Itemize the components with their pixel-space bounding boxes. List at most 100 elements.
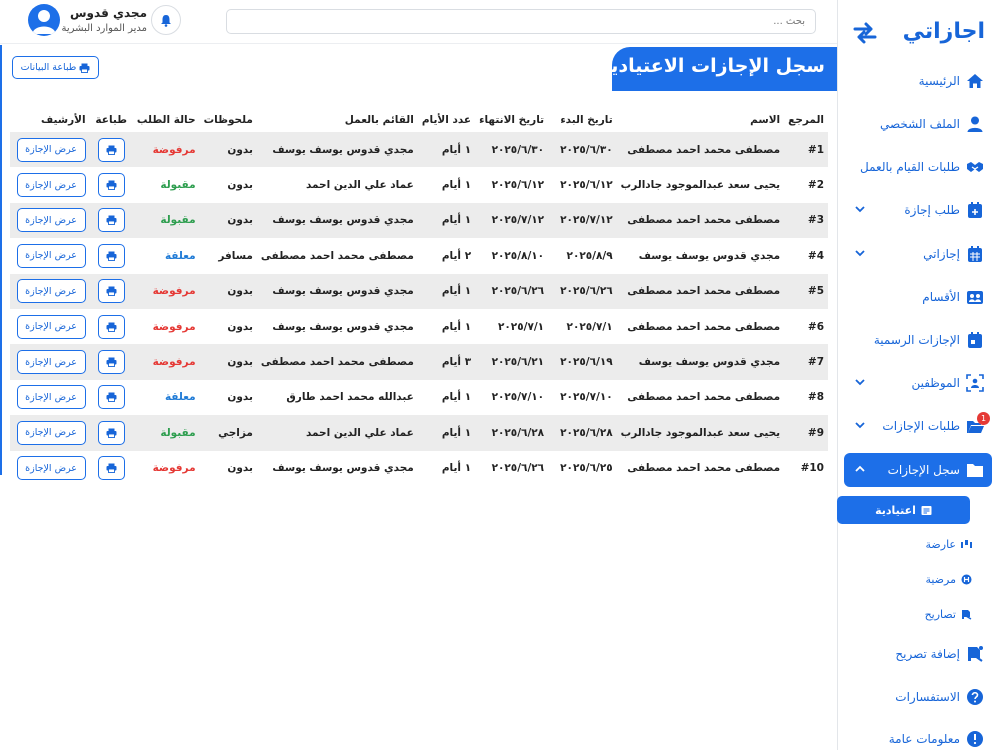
cell-substitute: مجدي قدوس يوسف يوسف [272, 462, 414, 475]
sidebar-item-official-holidays[interactable]: الإجازات الرسمية [844, 323, 992, 357]
sidebar-item-leave-requests[interactable]: 1 طلبات الإجازات [844, 409, 992, 443]
col-header-ref[interactable]: المرجع [784, 108, 828, 132]
print-row-button[interactable] [97, 350, 125, 375]
cell-archive: عرض الإجازة [10, 344, 90, 380]
avatar[interactable] [28, 4, 60, 36]
printer-icon [106, 145, 117, 155]
sidebar-item-work-requests[interactable]: طلبات القيام بالعمل [844, 150, 992, 184]
cell-name: مصطفى محمد احمد مصطفى [616, 132, 785, 168]
print-row-button[interactable] [97, 208, 125, 233]
print-row-button[interactable] [97, 279, 125, 304]
cell-notes: بدون [227, 391, 253, 404]
calendar-day-icon [968, 332, 982, 348]
sidebar: اجازاتي الرئيسية الملف الشخصي طلبات القي… [837, 0, 1000, 750]
col-header-days[interactable]: عدد الأيام [418, 108, 475, 132]
col-header-substitute[interactable]: القائم بالعمل [257, 108, 418, 132]
status-badge: معلقة [164, 249, 196, 262]
users-icon [967, 291, 983, 304]
sidebar-item-employees[interactable]: الموظفين [844, 366, 992, 400]
calendar-list-icon [921, 505, 932, 515]
chevron-down-icon [855, 422, 865, 429]
col-header-status[interactable]: حالة الطلب [133, 108, 200, 132]
print-row-button[interactable] [97, 385, 125, 410]
cell-days: ١ أيام [441, 462, 472, 475]
view-leave-button[interactable]: عرض الإجازة [16, 456, 86, 481]
cell-start-date: ٢٠٢٥/٦/٢٥ [560, 462, 613, 475]
sidebar-item-my-leaves[interactable]: إجازاتي [844, 237, 992, 271]
view-leave-button[interactable]: عرض الإجازة [16, 420, 86, 445]
view-leave-button[interactable]: عرض الإجازة [16, 173, 86, 198]
view-leave-button[interactable]: عرض الإجازة [16, 243, 86, 268]
handshake-icon [967, 162, 983, 172]
sidebar-item-label: طلب إجازة [904, 203, 960, 217]
print-data-button[interactable]: طباعة البيانات [12, 56, 99, 79]
cell-ref: #5 [784, 273, 828, 309]
cell-name: مجدي قدوس يوسف يوسف [638, 249, 781, 262]
cell-end-date: ٢٠٢٥/٧/١٠ [491, 391, 545, 404]
sub-item-sick[interactable]: مرضية [925, 573, 972, 586]
cell-ref: #6 [807, 320, 824, 333]
user-avatar-icon [32, 10, 56, 34]
print-row-button[interactable] [97, 243, 125, 268]
print-row-button[interactable] [97, 173, 125, 198]
question-icon [967, 689, 983, 705]
sidebar-item-departments[interactable]: الأقسام [844, 280, 992, 314]
sub-item-regular[interactable]: اعتيادية [837, 496, 970, 524]
cell-end-date: ٢٠٢٥/٦/٢٨ [475, 415, 549, 451]
printer-icon [106, 286, 117, 297]
cell-print [90, 309, 133, 344]
sub-item-casual[interactable]: عارضة [926, 538, 972, 551]
col-header-end-date[interactable]: تاريخ الانتهاء [475, 108, 548, 132]
signal-icon [961, 540, 972, 548]
folder-icon [967, 464, 983, 477]
leave-log-table: المرجع الاسم تاريخ البدء تاريخ الانتهاء … [10, 108, 828, 486]
document-icon [962, 610, 972, 620]
col-header-start-date[interactable]: تاريخ البدء [548, 108, 617, 132]
sidebar-item-leave-log[interactable]: سجل الإجازات [844, 453, 992, 487]
cell-substitute: مجدي قدوس يوسف يوسف [272, 320, 414, 333]
view-leave-button[interactable]: عرض الإجازة [16, 350, 86, 375]
view-leave-button[interactable]: عرض الإجازة [16, 208, 86, 233]
cell-end-date: ٢٠٢٥/٦/٢٦ [491, 462, 545, 475]
cell-ref: #1 [784, 132, 828, 168]
cell-substitute: مجدي قدوس يوسف يوسف [256, 132, 418, 168]
sidebar-item-label: الرئيسية [918, 74, 960, 88]
print-row-button[interactable] [97, 137, 125, 162]
col-header-name[interactable]: الاسم [617, 108, 784, 132]
user-role: مدير الموارد البشرية [61, 23, 147, 34]
col-header-print[interactable]: طباعة [90, 108, 133, 132]
print-row-button[interactable] [97, 456, 125, 481]
cell-notes: بدون [199, 132, 257, 168]
search-input[interactable] [226, 9, 816, 34]
sub-item-permits[interactable]: تصاريح [925, 608, 972, 621]
view-leave-button[interactable]: عرض الإجازة [16, 385, 86, 410]
cell-days: ١ أيام [441, 320, 472, 333]
print-row-button[interactable] [97, 314, 125, 339]
col-header-notes[interactable]: ملحوظات [200, 108, 257, 132]
sidebar-item-home[interactable]: الرئيسية [844, 64, 992, 98]
sidebar-item-add-permit[interactable]: إضافة تصريح [844, 637, 992, 671]
view-leave-button[interactable]: عرض الإجازة [16, 137, 86, 162]
cell-start-date: ٢٠٢٥/٦/١٢ [560, 179, 613, 192]
cell-substitute: عماد علي الدين احمد [305, 179, 414, 192]
cell-print [89, 415, 133, 451]
sidebar-item-leave-request[interactable]: طلب إجازة [844, 193, 992, 227]
notifications-button[interactable] [151, 5, 181, 35]
status-badge: مقبولة [132, 415, 200, 451]
sidebar-item-profile[interactable]: الملف الشخصي [844, 107, 992, 141]
swap-arrows-icon[interactable] [852, 20, 878, 46]
printer-icon [106, 251, 117, 261]
print-data-label: طباعة البيانات [20, 62, 77, 73]
page-title-banner: سجل الإجازات الاعتيادية [600, 47, 837, 91]
view-leave-button[interactable]: عرض الإجازة [16, 314, 86, 339]
sidebar-item-general-info[interactable]: معلومات عامة [844, 722, 992, 750]
cell-name: مجدي قدوس يوسف يوسف [616, 344, 785, 380]
table-header-row: المرجع الاسم تاريخ البدء تاريخ الانتهاء … [10, 108, 828, 132]
status-badge: معلقة [164, 391, 196, 404]
sidebar-item-inquiries[interactable]: الاستفسارات [844, 680, 992, 714]
col-header-archive[interactable]: الأرشيف [10, 108, 90, 132]
view-leave-button[interactable]: عرض الإجازة [16, 279, 86, 304]
print-row-button[interactable] [97, 420, 125, 445]
table-row: #2 يحيى سعد عبدالموجود جادالرب ٢٠٢٥/٦/١٢ ٢٠… [10, 167, 828, 202]
cell-start-date: ٢٠٢٥/٨/٩ [566, 249, 613, 262]
